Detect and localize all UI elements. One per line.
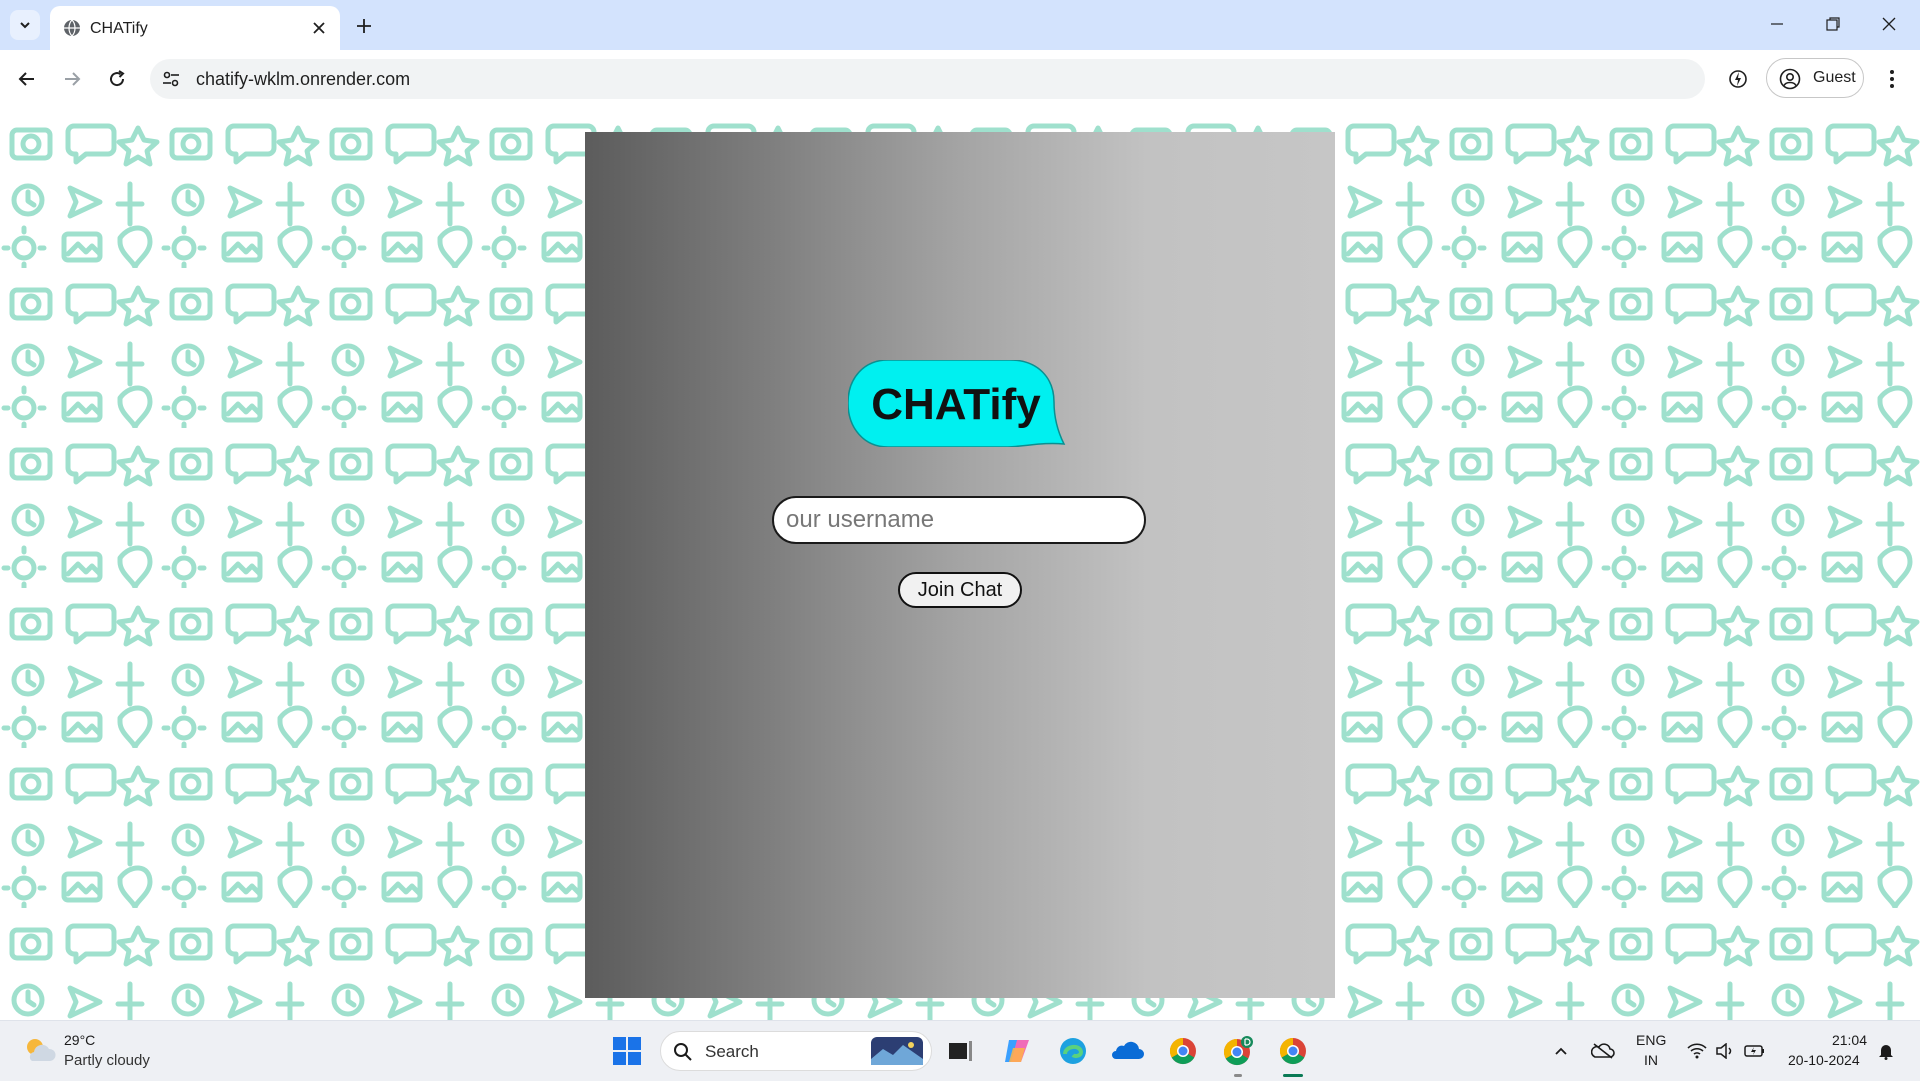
username-input[interactable]	[772, 496, 1146, 544]
bell-icon	[1879, 1045, 1893, 1060]
copilot-icon	[1005, 1040, 1029, 1062]
browser-toolbar: chatify-wklm.onrender.com Guest	[0, 50, 1920, 109]
close-tab-icon[interactable]	[308, 17, 330, 39]
taskbar-search-label: Search	[705, 1042, 759, 1061]
browser-tab[interactable]: CHATify	[50, 6, 340, 50]
volume-button[interactable]	[1712, 1031, 1738, 1071]
wifi-icon	[1687, 1043, 1707, 1059]
onedrive-button[interactable]	[1108, 1031, 1148, 1071]
cloud-off-icon	[1591, 1043, 1615, 1059]
language-line-2[interactable]: IN	[1644, 1052, 1658, 1068]
forward-button[interactable]	[55, 62, 89, 96]
edge-button[interactable]	[1053, 1031, 1093, 1071]
chrome-active-icon	[1279, 1037, 1306, 1065]
chrome-profile-button[interactable]	[1218, 1031, 1258, 1071]
tab-title: CHATify	[90, 20, 148, 37]
clock-time[interactable]: 21:04	[1831, 1032, 1867, 1048]
restore-button[interactable]	[1808, 6, 1858, 42]
weather-condition: Partly cloudy	[64, 1052, 150, 1069]
minimize-icon	[1771, 23, 1783, 25]
chevron-up-icon	[1555, 1047, 1567, 1055]
minimize-button[interactable]	[1752, 6, 1802, 42]
plus-icon	[357, 19, 371, 33]
task-view-button[interactable]	[940, 1031, 980, 1071]
running-indicator	[1234, 1074, 1242, 1077]
chevron-down-icon	[20, 22, 30, 29]
chrome-button[interactable]	[1163, 1031, 1203, 1071]
browser-menu-button[interactable]	[1876, 63, 1908, 95]
profile-button[interactable]: Guest	[1766, 58, 1864, 98]
url-text: chatify-wklm.onrender.com	[196, 69, 411, 89]
partly-cloudy-icon[interactable]	[22, 1035, 56, 1065]
new-tab-button[interactable]	[350, 12, 378, 40]
start-button[interactable]	[607, 1031, 647, 1071]
chrome-active-button[interactable]	[1273, 1031, 1313, 1071]
search-icon	[674, 1043, 692, 1061]
task-view-icon	[949, 1041, 972, 1061]
show-hidden-icons-button[interactable]	[1550, 1031, 1572, 1071]
performance-button[interactable]	[1722, 63, 1754, 95]
arrow-left-icon	[18, 72, 34, 86]
wifi-button[interactable]	[1684, 1031, 1710, 1071]
chrome-icon	[1169, 1037, 1196, 1065]
account-icon	[1779, 68, 1801, 90]
globe-icon	[64, 19, 80, 37]
windows-start-icon	[613, 1037, 641, 1065]
browser-tab-strip: CHATify	[0, 0, 1920, 50]
login-card: CHATify Join Chat	[585, 132, 1335, 998]
close-window-button[interactable]	[1864, 6, 1914, 42]
chrome-profile-icon	[1223, 1036, 1253, 1066]
reload-button[interactable]	[100, 62, 134, 96]
active-indicator	[1283, 1074, 1303, 1077]
restore-icon	[1826, 17, 1840, 31]
battery-charging-icon	[1744, 1045, 1764, 1057]
battery-button[interactable]	[1742, 1031, 1768, 1071]
notifications-button[interactable]	[1874, 1031, 1898, 1071]
onedrive-tray-button[interactable]	[1588, 1031, 1618, 1071]
address-bar[interactable]: chatify-wklm.onrender.com	[150, 59, 1705, 99]
windows-taskbar: 29°C Partly cloudy Search ENG IN 21:04 2…	[0, 1020, 1920, 1081]
memory-saver-icon	[1729, 70, 1747, 88]
copilot-button[interactable]	[998, 1031, 1038, 1071]
close-icon	[1882, 17, 1896, 31]
reload-icon	[110, 70, 125, 87]
taskbar-search[interactable]: Search	[660, 1031, 932, 1071]
site-settings-icon	[163, 71, 179, 87]
clock-date[interactable]: 20-10-2024	[1788, 1052, 1860, 1068]
arrow-right-icon	[65, 72, 81, 86]
weather-temperature: 29°C	[64, 1032, 96, 1048]
language-line-1[interactable]: ENG	[1636, 1032, 1666, 1048]
back-button[interactable]	[10, 62, 44, 96]
tab-search-dropdown[interactable]	[10, 10, 40, 40]
join-chat-button[interactable]: Join Chat	[898, 572, 1022, 608]
edge-icon	[1060, 1038, 1086, 1064]
onedrive-icon	[1112, 1041, 1144, 1059]
profile-label: Guest	[1813, 69, 1856, 86]
app-logo-text: CHATify	[871, 380, 1041, 429]
search-highlight-icon	[871, 1037, 923, 1065]
more-vert-icon	[1890, 70, 1894, 88]
page-viewport: CHATify Join Chat	[0, 108, 1920, 1020]
volume-icon	[1716, 1043, 1732, 1059]
